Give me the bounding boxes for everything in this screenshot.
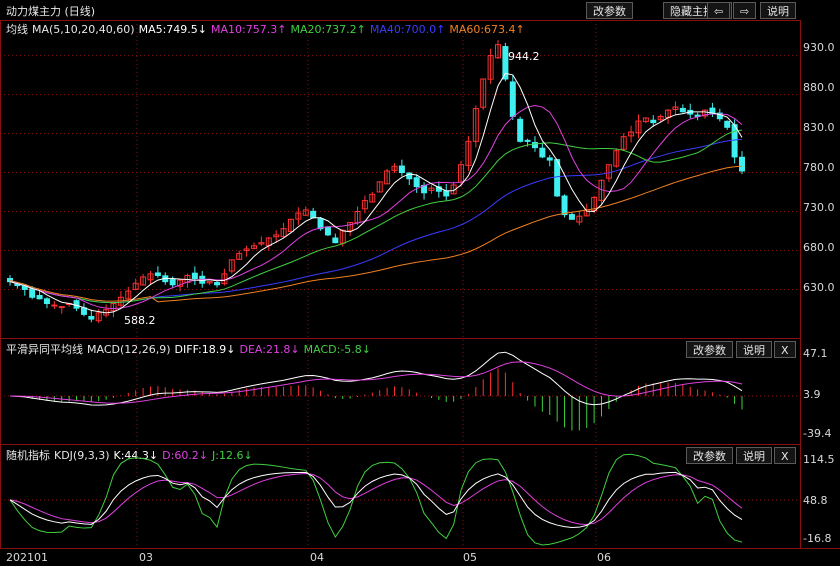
candle-body [679, 107, 686, 113]
candle-body [724, 120, 731, 128]
d-line [9, 472, 743, 525]
candle-body [154, 272, 161, 276]
candle-body [324, 226, 331, 236]
candle-body [51, 304, 58, 307]
candle-body [169, 279, 176, 286]
candle-body [443, 190, 450, 197]
candle-body [546, 157, 553, 161]
dea-line [9, 361, 743, 404]
candle-body [554, 159, 561, 197]
grid-lines [0, 20, 840, 549]
ma60-line [9, 165, 743, 303]
candle-body [88, 315, 95, 320]
candle-body [650, 119, 657, 124]
candle-body [413, 177, 420, 188]
candle-body [739, 156, 745, 172]
candle-body [214, 282, 221, 286]
panel-frame [0, 338, 801, 445]
panel-frame [0, 444, 801, 549]
candle-body [29, 288, 36, 298]
candle-body [517, 118, 524, 142]
candle-body [524, 139, 531, 142]
candle-body [80, 307, 87, 315]
candle-body [310, 210, 317, 219]
candlesticks [7, 39, 745, 324]
candle-body [509, 81, 516, 117]
candle-body [332, 237, 339, 244]
chart-canvas[interactable] [0, 0, 840, 566]
moving-averages [9, 72, 743, 314]
candle-body [568, 214, 575, 220]
candle-body [58, 306, 65, 309]
candle-body [191, 272, 198, 280]
candle-body [539, 147, 546, 158]
candle-body [561, 195, 568, 216]
candle-body [36, 295, 43, 300]
candle-body [398, 165, 405, 174]
ma40-line [9, 138, 743, 304]
candle-body [731, 124, 738, 158]
macd-plot [9, 351, 743, 431]
candle-body [43, 298, 50, 304]
panel-frame [0, 20, 801, 339]
ma20-line [9, 129, 743, 304]
ma5-line [9, 72, 743, 314]
